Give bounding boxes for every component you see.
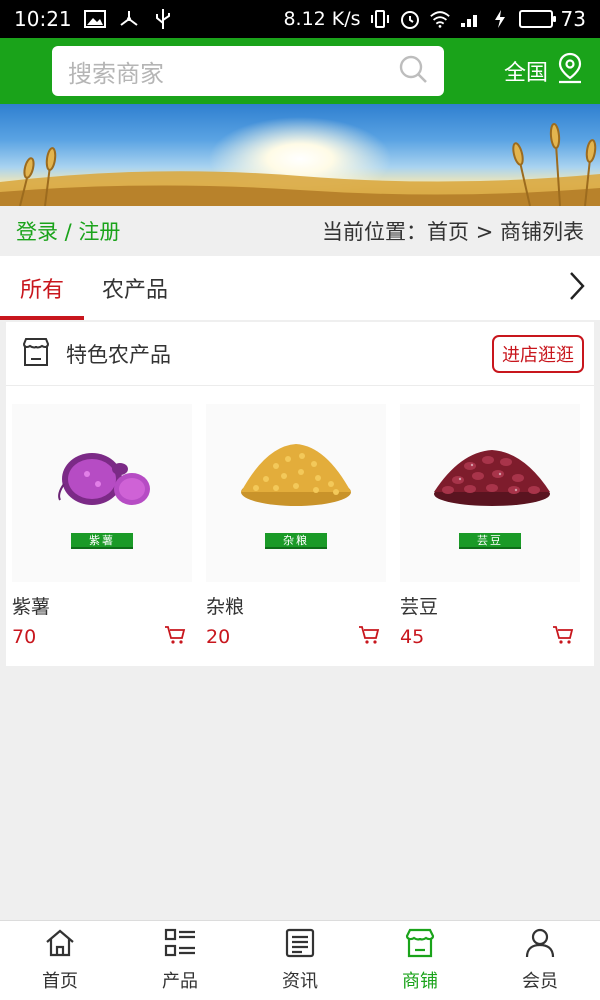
bottom-navigation: 首页 产品 资讯 商铺 会员 bbox=[0, 920, 600, 1000]
battery-percent: 73 bbox=[560, 7, 586, 31]
product-name[interactable]: 紫薯 bbox=[12, 592, 192, 619]
net-speed: 8.12 K/s bbox=[283, 8, 361, 30]
alarm-icon bbox=[399, 9, 421, 29]
nav-member[interactable]: 会员 bbox=[480, 921, 600, 1000]
product-name[interactable]: 芸豆 bbox=[400, 592, 580, 619]
cart-icon[interactable] bbox=[358, 625, 380, 649]
enter-shop-button[interactable]: 进店逛逛 bbox=[492, 334, 584, 373]
image-icon bbox=[83, 9, 106, 29]
current-location: 当前位置：首页 > 商铺列表 bbox=[322, 220, 584, 244]
shop-card-header: 特色农产品 进店逛逛 bbox=[6, 322, 594, 386]
product-tag: 杂粮 bbox=[265, 533, 327, 549]
vibrate-icon bbox=[369, 9, 391, 29]
store-icon bbox=[404, 928, 436, 963]
charging-icon bbox=[489, 9, 511, 29]
location-pin-icon bbox=[556, 52, 584, 90]
nav-label: 会员 bbox=[522, 971, 558, 992]
nav-label: 产品 bbox=[162, 971, 198, 992]
tab-agricultural[interactable]: 农产品 bbox=[84, 256, 186, 320]
cart-icon[interactable] bbox=[164, 625, 186, 649]
share-icon bbox=[118, 9, 140, 29]
nav-products[interactable]: 产品 bbox=[120, 921, 240, 1000]
product-image-kidney-beans[interactable]: 芸豆 bbox=[400, 404, 580, 582]
nav-news[interactable]: 资讯 bbox=[240, 921, 360, 1000]
product-price: 20 bbox=[206, 626, 231, 648]
chevron-right-icon bbox=[568, 271, 586, 305]
cart-icon[interactable] bbox=[552, 625, 574, 649]
tab-label: 农产品 bbox=[102, 278, 169, 303]
product-name[interactable]: 杂粮 bbox=[206, 592, 386, 619]
tabs-more-button[interactable] bbox=[554, 256, 600, 320]
shop-name[interactable]: 特色农产品 bbox=[66, 339, 171, 369]
status-bar: 10:21 8.12 K/s 73 bbox=[0, 0, 600, 38]
store-icon bbox=[20, 336, 52, 372]
news-icon bbox=[284, 928, 316, 963]
nav-label: 资讯 bbox=[282, 971, 318, 992]
tab-label: 所有 bbox=[19, 278, 64, 303]
product-image-purple-sweet-potato[interactable]: 紫薯 bbox=[12, 404, 192, 582]
product-list: 紫薯 紫薯 70 杂粮 杂粮 20 芸豆 芸豆 45 bbox=[12, 404, 580, 649]
product-tag: 芸豆 bbox=[459, 533, 521, 549]
product-card[interactable]: 杂粮 杂粮 20 bbox=[206, 404, 386, 649]
home-icon bbox=[44, 928, 76, 963]
usb-icon bbox=[152, 9, 174, 29]
product-image-mixed-grains[interactable]: 杂粮 bbox=[206, 404, 386, 582]
region-selector[interactable]: 全国 bbox=[504, 52, 584, 90]
search-icon[interactable] bbox=[398, 54, 428, 88]
product-card[interactable]: 紫薯 紫薯 70 bbox=[12, 404, 192, 649]
breadcrumb: 登录 / 注册 当前位置：首页 > 商铺列表 bbox=[0, 206, 600, 256]
status-time: 10:21 bbox=[14, 7, 72, 31]
product-price: 45 bbox=[400, 626, 425, 648]
user-icon bbox=[524, 928, 556, 963]
nav-home[interactable]: 首页 bbox=[0, 921, 120, 1000]
wifi-icon bbox=[429, 9, 451, 29]
product-tag: 紫薯 bbox=[71, 533, 133, 549]
wheat-field-banner[interactable] bbox=[0, 104, 600, 206]
login-register-link[interactable]: 登录 / 注册 bbox=[16, 216, 120, 246]
nav-shops[interactable]: 商铺 bbox=[360, 921, 480, 1000]
nav-label: 商铺 bbox=[402, 971, 438, 992]
tab-all[interactable]: 所有 bbox=[0, 256, 84, 320]
category-tabs: 所有 农产品 bbox=[0, 256, 600, 320]
top-header: 搜索商家 全国 bbox=[0, 38, 600, 104]
signal-icon bbox=[459, 9, 481, 29]
shop-card: 特色农产品 进店逛逛 紫薯 紫薯 70 杂粮 杂粮 20 芸豆 芸豆 45 bbox=[6, 322, 594, 666]
region-label: 全国 bbox=[503, 61, 548, 86]
nav-label: 首页 bbox=[42, 971, 78, 992]
product-card[interactable]: 芸豆 芸豆 45 bbox=[400, 404, 580, 649]
search-input[interactable]: 搜索商家 bbox=[52, 46, 444, 96]
product-price: 70 bbox=[12, 626, 37, 648]
search-placeholder: 搜索商家 bbox=[68, 59, 164, 88]
battery-icon bbox=[518, 10, 556, 28]
list-icon bbox=[164, 928, 196, 963]
